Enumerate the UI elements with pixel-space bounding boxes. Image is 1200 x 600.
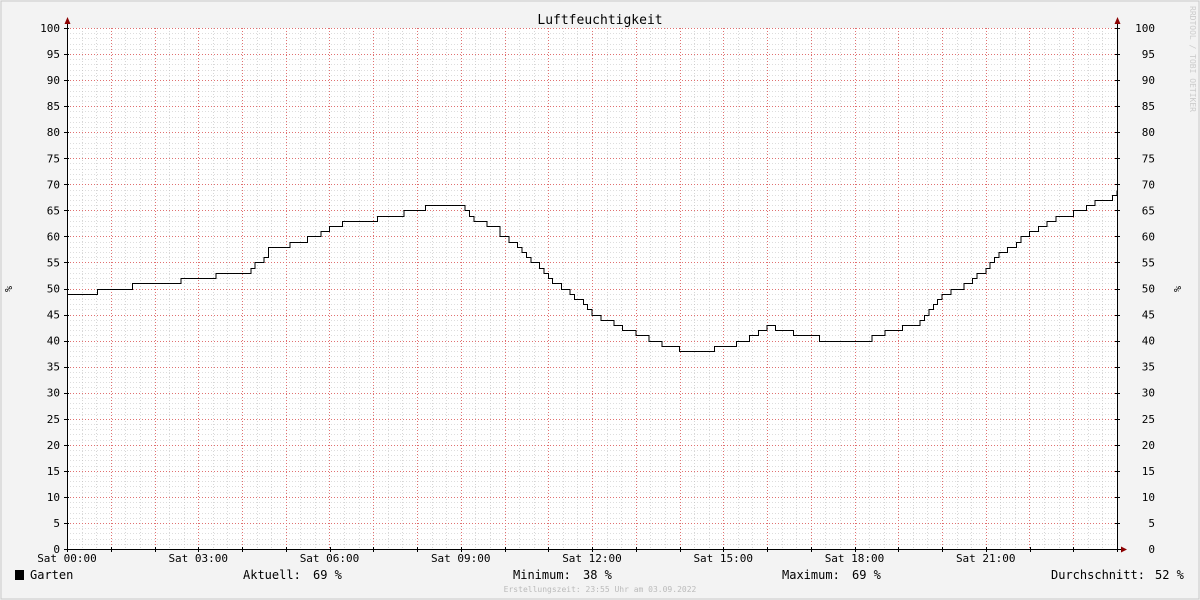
y-tick-label: 80 — [1142, 126, 1155, 139]
y-tick-label: 70 — [47, 178, 60, 191]
legend-durchschnitt-label: Durchschnitt: — [1051, 568, 1145, 582]
y-tick-label: 90 — [47, 74, 60, 87]
humidity-chart: Luftfeuchtigkeit % % RRDTOOL / TOBI OETI… — [0, 0, 1200, 600]
y-tick-label: 70 — [1142, 178, 1155, 191]
x-tick-label: Sat 12:00 — [562, 552, 622, 565]
x-tick-label: Sat 21:00 — [956, 552, 1016, 565]
footer-timestamp: Erstellungszeit: 23:55 Uhr am 03.09.2022 — [504, 585, 697, 594]
y-axis-label-left: % — [4, 286, 15, 292]
y-tick-label: 5 — [1148, 517, 1155, 530]
y-tick-label: 60 — [47, 230, 60, 243]
y-tick-label: 10 — [1142, 491, 1155, 504]
y-tick-label: 75 — [1142, 152, 1155, 165]
y-tick-label: 30 — [47, 387, 60, 400]
x-tick-label: Sat 03:00 — [168, 552, 228, 565]
x-tick-label: Sat 06:00 — [300, 552, 360, 565]
y-tick-label: 15 — [1142, 465, 1155, 478]
y-tick-label: 10 — [47, 491, 60, 504]
y-tick-label: 20 — [1142, 439, 1155, 452]
y-tick-label: 35 — [47, 361, 60, 374]
y-tick-label: 30 — [1142, 387, 1155, 400]
y-tick-label: 5 — [53, 517, 60, 530]
y-tick-label: 80 — [47, 126, 60, 139]
y-tick-label: 35 — [1142, 361, 1155, 374]
legend-maximum-value: 69 % — [852, 568, 882, 582]
y-tick-label: 25 — [47, 413, 60, 426]
y-tick-label: 40 — [47, 335, 60, 348]
y-tick-label: 95 — [1142, 48, 1155, 61]
y-axis-label-right: % — [1173, 286, 1184, 292]
y-tick-label: 50 — [1142, 283, 1155, 296]
y-tick-label: 50 — [47, 283, 60, 296]
legend-aktuell-value: 69 % — [313, 568, 343, 582]
y-tick-label: 55 — [1142, 256, 1155, 269]
y-tick-label: 45 — [1142, 309, 1155, 322]
y-tick-label: 100 — [40, 22, 60, 35]
watermark: RRDTOOL / TOBI OETIKER — [1188, 6, 1197, 112]
y-tick-label: 25 — [1142, 413, 1155, 426]
y-tick-label: 75 — [47, 152, 60, 165]
x-tick-label: Sat 09:00 — [431, 552, 491, 565]
y-tick-label: 55 — [47, 256, 60, 269]
legend-aktuell-label: Aktuell: — [243, 568, 301, 582]
legend-durchschnitt-value: 52 % — [1155, 568, 1185, 582]
y-tick-label: 65 — [1142, 204, 1155, 217]
y-tick-label: 45 — [47, 309, 60, 322]
x-tick-label: Sat 00:00 — [37, 552, 97, 565]
y-tick-label: 65 — [47, 204, 60, 217]
x-tick-label: Sat 18:00 — [825, 552, 885, 565]
y-tick-label: 100 — [1135, 22, 1155, 35]
y-tick-label: 95 — [47, 48, 60, 61]
legend-swatch — [15, 570, 24, 580]
y-tick-label: 40 — [1142, 335, 1155, 348]
y-tick-label: 85 — [47, 100, 60, 113]
y-tick-label: 85 — [1142, 100, 1155, 113]
y-tick-label: 0 — [1148, 543, 1155, 556]
legend-minimum-value: 38 % — [583, 568, 613, 582]
legend-minimum-label: Minimum: — [513, 568, 571, 582]
y-tick-label: 60 — [1142, 230, 1155, 243]
y-tick-label: 15 — [47, 465, 60, 478]
chart-title: Luftfeuchtigkeit — [537, 13, 662, 28]
x-tick-label: Sat 15:00 — [693, 552, 753, 565]
y-tick-label: 20 — [47, 439, 60, 452]
legend-series-name: Garten — [30, 568, 73, 582]
y-tick-label: 90 — [1142, 74, 1155, 87]
legend-maximum-label: Maximum: — [782, 568, 840, 582]
